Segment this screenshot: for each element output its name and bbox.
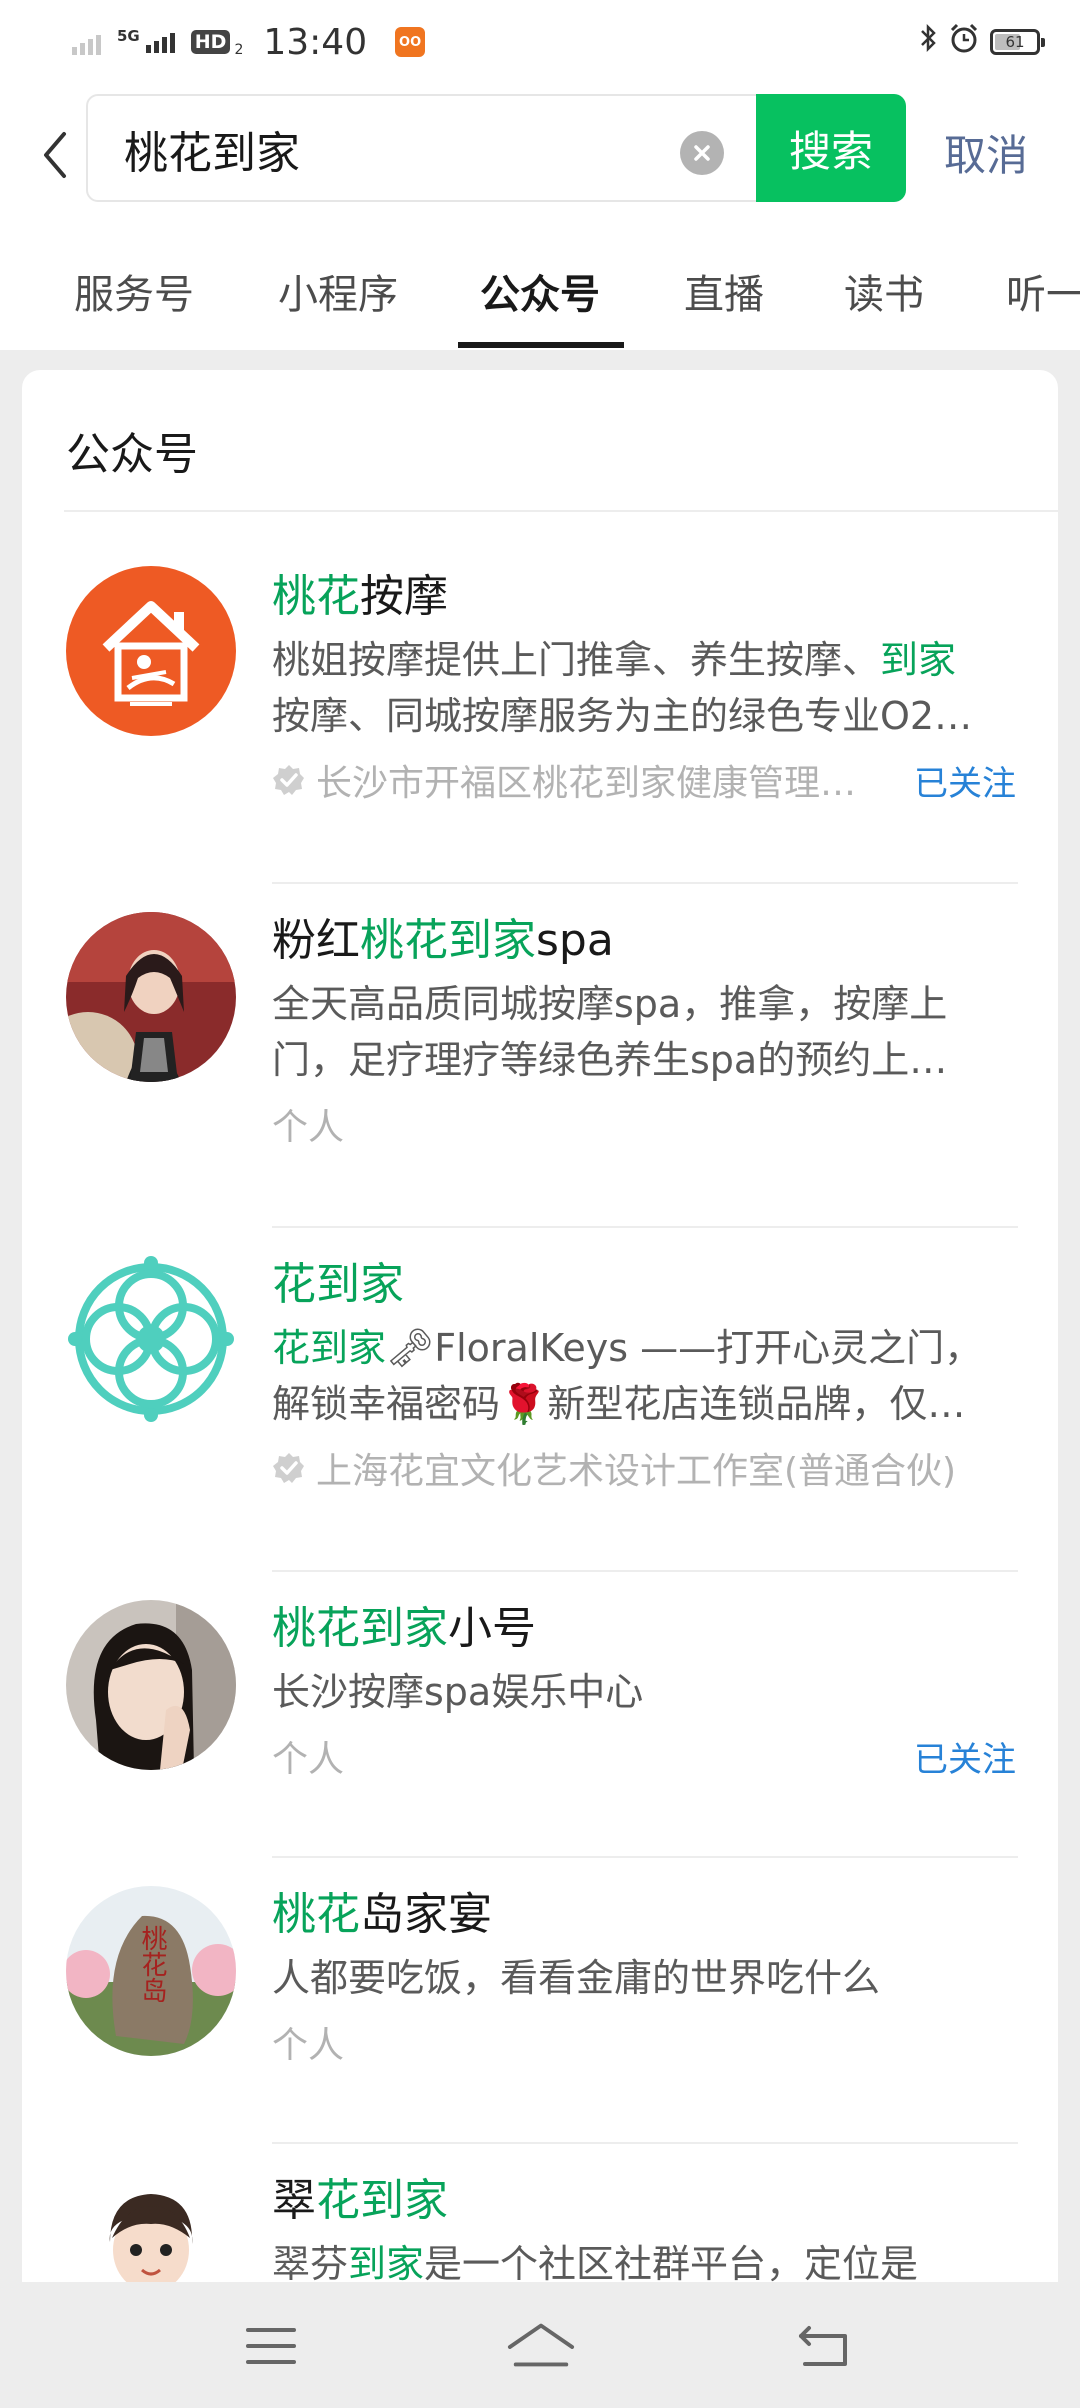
result-name: 粉红桃花到家spa <box>272 915 614 966</box>
cancel-button[interactable]: 取消 <box>944 122 1028 183</box>
avatar: 桃花岛 <box>66 1886 236 2056</box>
avatar <box>66 1254 236 1424</box>
tab-listen[interactable]: 听一 <box>1006 262 1080 320</box>
result-item[interactable]: 粉红桃花到家spa 全天高品质同城按摩spa，推拿，按摩上 门，足疗理疗等绿色养… <box>22 884 1058 1228</box>
result-item[interactable]: 桃花到家小号 长沙按摩spa娱乐中心 个人 已关注 <box>22 1572 1058 1858</box>
clear-button[interactable] <box>680 131 724 175</box>
result-description: 人都要吃饭，看看金庸的世界吃什么 <box>272 1956 881 2000</box>
result-item[interactable]: 桃花岛 桃花岛家宴 人都要吃饭，看看金庸的世界吃什么 个人 <box>22 1858 1058 2144</box>
result-description: 全天高品质同城按摩spa，推拿，按摩上 门，足疗理疗等绿色养生spa的预约上… <box>272 982 948 1082</box>
hd-voice-sub: 2 <box>234 42 244 58</box>
bluetooth-icon <box>918 23 938 61</box>
followed-label: 已关注 <box>914 764 1016 804</box>
tab-official-account[interactable]: 公众号 <box>480 262 600 320</box>
status-time: 13:40 <box>263 21 368 63</box>
search-header: 搜索 取消 <box>0 84 1080 224</box>
divider <box>64 510 1058 512</box>
result-name: 花到家 <box>272 1259 404 1310</box>
result-description: 花到家🗝FloralKeys ——打开心灵之门， 解锁幸福密码🌹新型花店连锁品牌… <box>272 1326 983 1426</box>
result-description: 长沙按摩spa娱乐中心 <box>272 1670 644 1714</box>
avatar <box>66 1600 236 1770</box>
app-notification-icon: OO <box>395 27 426 57</box>
verified-icon <box>273 1453 304 1483</box>
chevron-left-icon <box>44 132 66 178</box>
network-type: 5G <box>117 27 140 45</box>
result-name: 桃花到家小号 <box>272 1603 536 1654</box>
system-navigation-bar <box>0 2282 1080 2408</box>
home-button[interactable] <box>506 2318 576 2374</box>
back-icon <box>799 2326 847 2366</box>
hd-voice-icon: HD <box>190 30 231 54</box>
result-meta: 长沙市开福区桃花到家健康管理… <box>272 754 856 806</box>
result-meta: 个人 <box>272 1739 345 1780</box>
result-item[interactable]: 桃花按摩 桃姐按摩提供上门推拿、养生按摩、到家 按摩、同城按摩服务为主的绿色专业… <box>22 540 1058 884</box>
result-name: 翠花到家 <box>272 2175 448 2226</box>
key-emoji: 🗝 <box>386 1326 435 1370</box>
menu-icon <box>246 2328 296 2364</box>
result-item[interactable]: 花到家 花到家🗝FloralKeys ——打开心灵之门， 解锁幸福密码🌹新型花店… <box>22 1228 1058 1572</box>
result-meta: 上海花宜文化艺术设计工作室(普通合伙) <box>272 1442 956 1494</box>
search-input[interactable] <box>124 118 684 180</box>
alarm-icon <box>948 22 980 62</box>
signal-icon-sim2 <box>145 31 175 53</box>
tab-mini-program[interactable]: 小程序 <box>278 262 398 320</box>
result-description: 翠芬到家是一个社区社群平台，定位是 <box>272 2242 919 2282</box>
category-tabs: 服务号 小程序 公众号 直播 读书 听一 <box>0 224 1080 350</box>
verified-icon <box>273 765 304 795</box>
avatar <box>66 566 236 736</box>
status-bar: 5G HD 2 13:40 OO 61 <box>0 0 1080 84</box>
tab-active-indicator <box>458 342 624 348</box>
results-card: 公众号 桃花按摩 桃姐按摩提供上门推拿、养生按摩、到家 按摩、同城按摩服务为主的… <box>22 370 1058 2282</box>
home-icon <box>507 2323 575 2367</box>
signal-icon-sim1 <box>72 29 101 55</box>
result-name: 桃花按摩 <box>272 571 448 622</box>
result-meta: 个人 <box>272 2025 345 2066</box>
search-button[interactable]: 搜索 <box>756 94 906 202</box>
result-meta: 个人 <box>272 1107 345 1148</box>
search-box: 搜索 <box>86 94 906 202</box>
result-description: 桃姐按摩提供上门推拿、养生按摩、到家 按摩、同城按摩服务为主的绿色专业O2… <box>272 638 973 738</box>
tab-reading[interactable]: 读书 <box>844 262 924 320</box>
battery-level: 61 <box>1005 33 1025 51</box>
section-title: 公众号 <box>66 429 198 480</box>
rose-emoji: 🌹 <box>500 1382 548 1426</box>
rock-inscription: 桃花岛 <box>137 1925 167 2003</box>
avatar <box>66 2172 236 2282</box>
tab-service-account[interactable]: 服务号 <box>74 262 194 320</box>
result-name: 桃花岛家宴 <box>272 1889 492 1940</box>
menu-button[interactable] <box>236 2318 306 2374</box>
avatar <box>66 912 236 1082</box>
result-item[interactable]: 翠花到家 翠芬到家是一个社区社群平台，定位是 <box>22 2144 1058 2282</box>
back-button[interactable] <box>28 120 82 190</box>
clear-icon <box>694 145 710 161</box>
back-nav-button[interactable] <box>788 2318 858 2374</box>
tab-live[interactable]: 直播 <box>684 262 764 320</box>
battery-icon: 61 <box>990 29 1045 55</box>
followed-label: 已关注 <box>914 1740 1016 1780</box>
